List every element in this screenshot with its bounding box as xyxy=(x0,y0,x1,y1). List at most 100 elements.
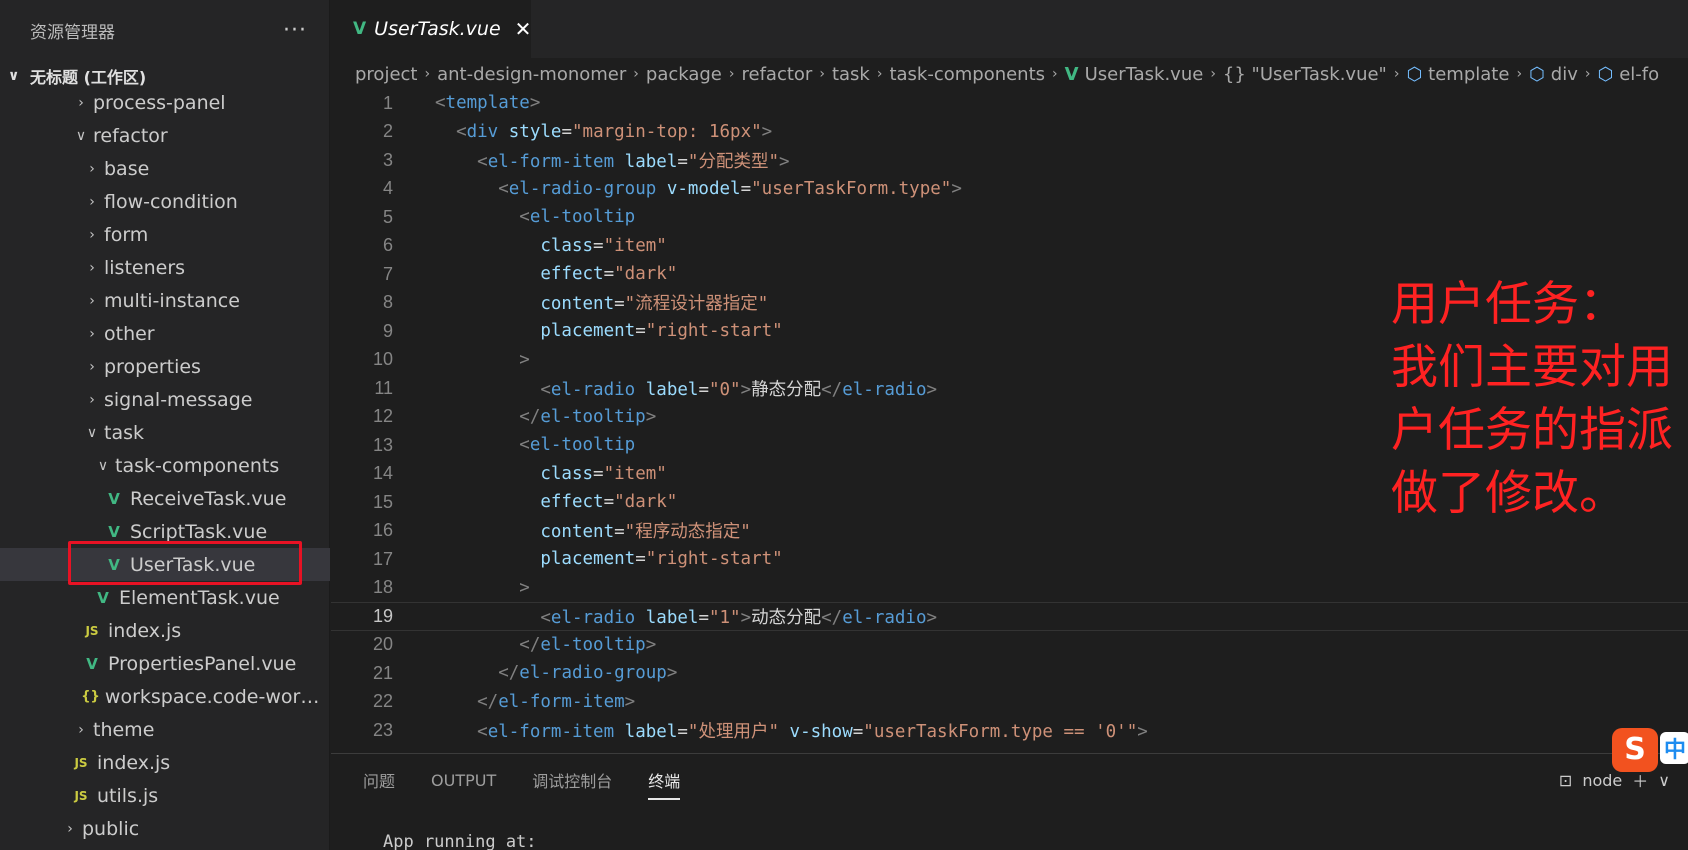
code-token: = xyxy=(603,492,615,513)
code-line[interactable]: 4 <el-radio-group v-model="userTaskForm.… xyxy=(331,175,1688,204)
code-text: > xyxy=(435,578,530,598)
tree-item-properties[interactable]: › properties xyxy=(0,350,330,383)
tree-item-other[interactable]: › other xyxy=(0,317,330,350)
panel-tab[interactable]: 终端 xyxy=(648,768,681,800)
code-line[interactable]: 22 </el-form-item> xyxy=(331,688,1688,717)
breadcrumb-item[interactable]: task-components xyxy=(889,64,1045,85)
code-line[interactable]: 20 </el-tooltip> xyxy=(331,631,1688,660)
chevron-right-icon: › xyxy=(1584,66,1591,82)
code-line[interactable]: 21 </el-radio-group> xyxy=(331,659,1688,688)
line-number: 7 xyxy=(382,263,393,284)
tree-item-index-js[interactable]: JS index.js xyxy=(0,746,330,779)
tree-item-label: public xyxy=(82,817,140,840)
tree-item-label: task xyxy=(104,421,144,444)
breadcrumb-item[interactable]: ant-design-monomer xyxy=(437,64,626,85)
breadcrumb-item[interactable]: {} "UserTask.vue" xyxy=(1223,64,1387,85)
code-line[interactable]: 5 <el-tooltip xyxy=(331,203,1688,232)
tree-item-elementtask-vue[interactable]: V ElementTask.vue xyxy=(0,581,330,614)
chevron-right-icon: › xyxy=(89,160,95,177)
tree-item-base[interactable]: › base xyxy=(0,152,330,185)
breadcrumb-item[interactable]: refactor xyxy=(742,64,813,85)
tree-item-refactor[interactable]: ∨ refactor xyxy=(0,119,330,152)
code-line[interactable]: 2 <div style="margin-top: 16px"> xyxy=(331,118,1688,147)
code-line[interactable]: 6 class="item" xyxy=(331,232,1688,261)
tree-item-workspace-code-workspa[interactable]: {} workspace.code-workspa... xyxy=(0,680,330,713)
ime-badge[interactable]: S 中 xyxy=(1612,728,1688,772)
breadcrumb-item[interactable]: task xyxy=(832,64,870,85)
tab-usertask[interactable]: V UserTask.vue ✕ xyxy=(331,0,531,58)
panel-tab[interactable]: 问题 xyxy=(363,768,395,792)
code-token: 动态分配 xyxy=(751,607,822,628)
tree-item-utils-js[interactable]: JS utils.js xyxy=(0,779,330,812)
breadcrumb-item[interactable]: template xyxy=(1428,64,1509,85)
close-icon[interactable]: ✕ xyxy=(515,17,532,41)
chevron-right-icon: › xyxy=(89,226,95,243)
code-line[interactable]: 23 <el-form-item label="处理用户" v-show="us… xyxy=(331,716,1688,745)
tree-item-propertiespanel-vue[interactable]: V PropertiesPanel.vue xyxy=(0,647,330,680)
chevron-right-icon: › xyxy=(89,259,95,276)
tree-item-process-panel[interactable]: › process-panel xyxy=(0,86,330,119)
breadcrumb-item[interactable]: project xyxy=(355,64,417,85)
panel-tabs: 问题 OUTPUT 调试控制台 终端 xyxy=(331,754,1688,806)
code-token: > xyxy=(761,121,773,142)
chevron-right-icon: › xyxy=(1210,66,1216,82)
line-number: 5 xyxy=(382,206,393,227)
tree-item-theme[interactable]: › theme xyxy=(0,713,330,746)
code-text: <el-radio label="1">动态分配</el-radio> xyxy=(435,604,937,629)
code-text: </el-form-item> xyxy=(435,692,635,712)
line-number: 21 xyxy=(372,662,393,683)
tree-item-label: ElementTask.vue xyxy=(119,586,280,609)
tree-item-label: multi-instance xyxy=(104,289,240,312)
tree-item-task[interactable]: ∨ task xyxy=(0,416,330,449)
code-token: el-form-item xyxy=(487,151,615,172)
line-number: 23 xyxy=(372,719,393,740)
code-text: > xyxy=(435,350,530,370)
breadcrumb-item[interactable]: div xyxy=(1551,64,1578,85)
code-token: "item" xyxy=(603,463,667,484)
tree-item-task-components[interactable]: ∨ task-components xyxy=(0,449,330,482)
code-token: content xyxy=(540,522,615,543)
chevron-down-icon[interactable]: ∨ xyxy=(1658,771,1670,790)
tree-item-multi-instance[interactable]: › multi-instance xyxy=(0,284,330,317)
tree-item-listeners[interactable]: › listeners xyxy=(0,251,330,284)
chevron-right-icon: › xyxy=(78,94,84,111)
breadcrumb-item[interactable]: UserTask.vue xyxy=(1085,64,1204,85)
tree-item-form[interactable]: › form xyxy=(0,218,330,251)
code-token: > xyxy=(666,663,678,684)
code-token: el-radio-group xyxy=(519,663,667,684)
code-text: placement="right-start" xyxy=(435,321,782,341)
ime-logo-icon: S xyxy=(1612,728,1658,772)
code-line[interactable]: 3 <el-form-item label="分配类型"> xyxy=(331,146,1688,175)
chevron-right-icon: › xyxy=(424,66,431,82)
code-token: label xyxy=(624,721,678,742)
tree-item-signal-message[interactable]: › signal-message xyxy=(0,383,330,416)
line-number: 15 xyxy=(372,491,393,512)
code-token: = xyxy=(614,294,625,315)
tree-item-flow-condition[interactable]: › flow-condition xyxy=(0,185,330,218)
breadcrumb-item[interactable]: package xyxy=(646,64,722,85)
code-line[interactable]: 17 placement="right-start" xyxy=(331,545,1688,574)
code-text: <div style="margin-top: 16px"> xyxy=(435,122,772,142)
tree-item-receivetask-vue[interactable]: V ReceiveTask.vue xyxy=(0,482,330,515)
code-line[interactable]: 19 <el-radio label="1">动态分配</el-radio> xyxy=(331,602,1688,631)
code-token: < xyxy=(435,207,530,228)
breadcrumb-item[interactable]: el-fo xyxy=(1619,64,1659,85)
code-token: el-form-item xyxy=(487,721,615,742)
panel-tab[interactable]: OUTPUT xyxy=(431,771,496,790)
line-number: 14 xyxy=(372,463,393,484)
code-token: = xyxy=(635,549,646,570)
tree-item-label: theme xyxy=(93,718,155,741)
tree-item-index-js[interactable]: JS index.js xyxy=(0,614,330,647)
code-token: = xyxy=(698,607,709,628)
tree-item-public[interactable]: › public xyxy=(0,812,330,845)
chevron-right-icon: › xyxy=(633,66,639,82)
more-actions-icon[interactable]: ··· xyxy=(283,18,307,43)
code-line[interactable]: 18 > xyxy=(331,574,1688,603)
tree-item-label: refactor xyxy=(93,124,168,147)
tree-item-label: other xyxy=(104,322,155,345)
code-line[interactable]: 1 <template> xyxy=(331,89,1688,118)
panel-tab[interactable]: 调试控制台 xyxy=(532,768,612,792)
